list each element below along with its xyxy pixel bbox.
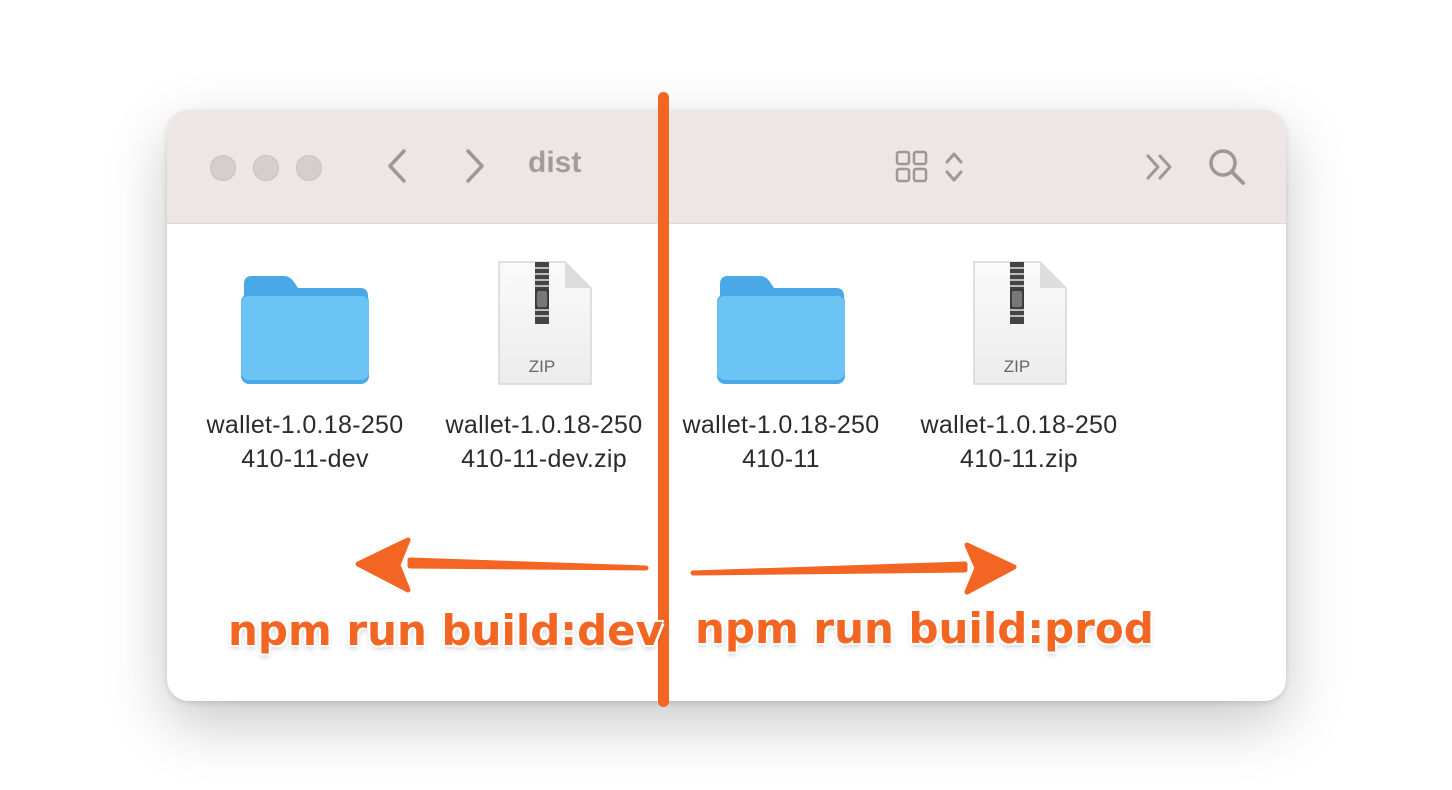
folder-icon <box>190 260 420 400</box>
build-prod-label: npm run build:prod <box>695 604 1154 653</box>
view-options-button[interactable] <box>894 149 970 190</box>
build-dev-label: npm run build:dev <box>228 606 664 655</box>
back-button[interactable] <box>385 148 409 189</box>
zip-archive-icon: ZIP <box>429 260 659 400</box>
file-name: wallet-1.0.18-250 410-11-dev <box>206 411 404 473</box>
forward-button[interactable] <box>463 148 487 189</box>
screenshot-stage: dist wallet-1.0.18-250 410-11-dev ZIP wa… <box>0 0 1452 790</box>
file-item-zip-dev[interactable]: ZIP wallet-1.0.18-250 410-11-dev.zip <box>429 260 659 476</box>
svg-text:ZIP: ZIP <box>1004 357 1030 376</box>
double-chevron-right-icon <box>1146 154 1172 180</box>
close-window-button[interactable] <box>210 155 236 181</box>
chevron-right-icon <box>466 149 484 183</box>
folder-icon <box>666 260 896 400</box>
search-icon <box>1209 149 1245 185</box>
window-title: dist <box>528 146 582 179</box>
file-name: wallet-1.0.18-250 410-11.zip <box>920 411 1118 473</box>
toolbar: dist <box>167 110 1286 224</box>
file-name: wallet-1.0.18-250 410-11 <box>682 411 880 473</box>
search-button[interactable] <box>1207 147 1247 192</box>
minimize-window-button[interactable] <box>253 155 279 181</box>
file-name: wallet-1.0.18-250 410-11-dev.zip <box>445 411 643 473</box>
zip-archive-icon: ZIP <box>904 260 1134 400</box>
zoom-window-button[interactable] <box>296 155 322 181</box>
file-item-zip-prod[interactable]: ZIP wallet-1.0.18-250 410-11.zip <box>904 260 1134 476</box>
chevron-left-icon <box>388 149 406 183</box>
toolbar-overflow-button[interactable] <box>1145 153 1175 186</box>
file-item-folder-prod[interactable]: wallet-1.0.18-250 410-11 <box>666 260 896 476</box>
svg-text:ZIP: ZIP <box>529 357 555 376</box>
file-item-folder-dev[interactable]: wallet-1.0.18-250 410-11-dev <box>190 260 420 476</box>
grid-view-icon <box>895 150 963 183</box>
